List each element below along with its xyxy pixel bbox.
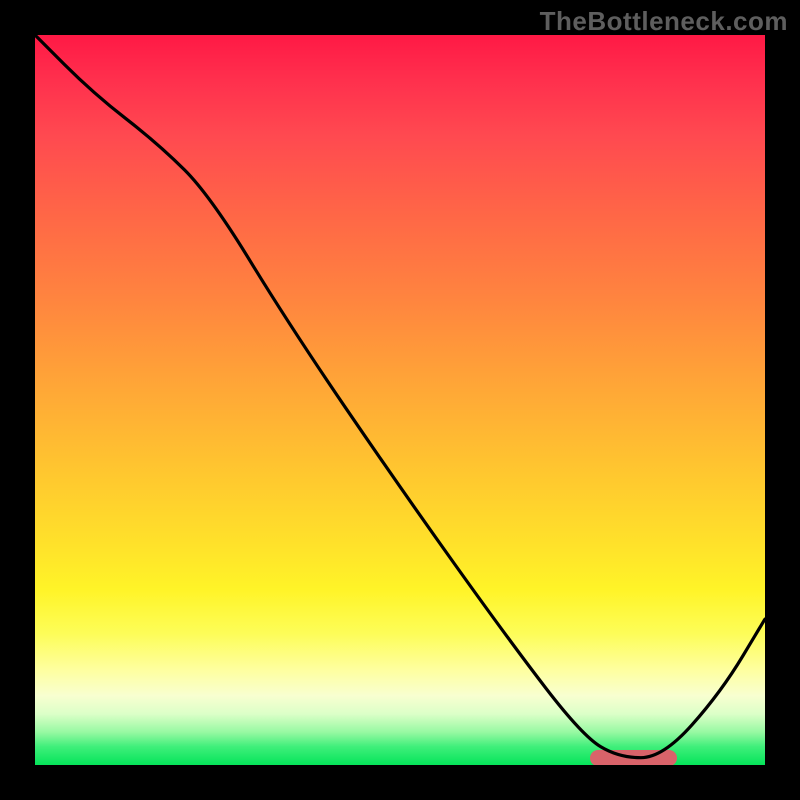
bottleneck-curve [35, 35, 765, 758]
plot-inner [35, 35, 765, 765]
viewport: TheBottleneck.com [0, 0, 800, 800]
plot-frame [35, 35, 765, 765]
watermark: TheBottleneck.com [540, 6, 788, 37]
curve-svg [35, 35, 765, 765]
